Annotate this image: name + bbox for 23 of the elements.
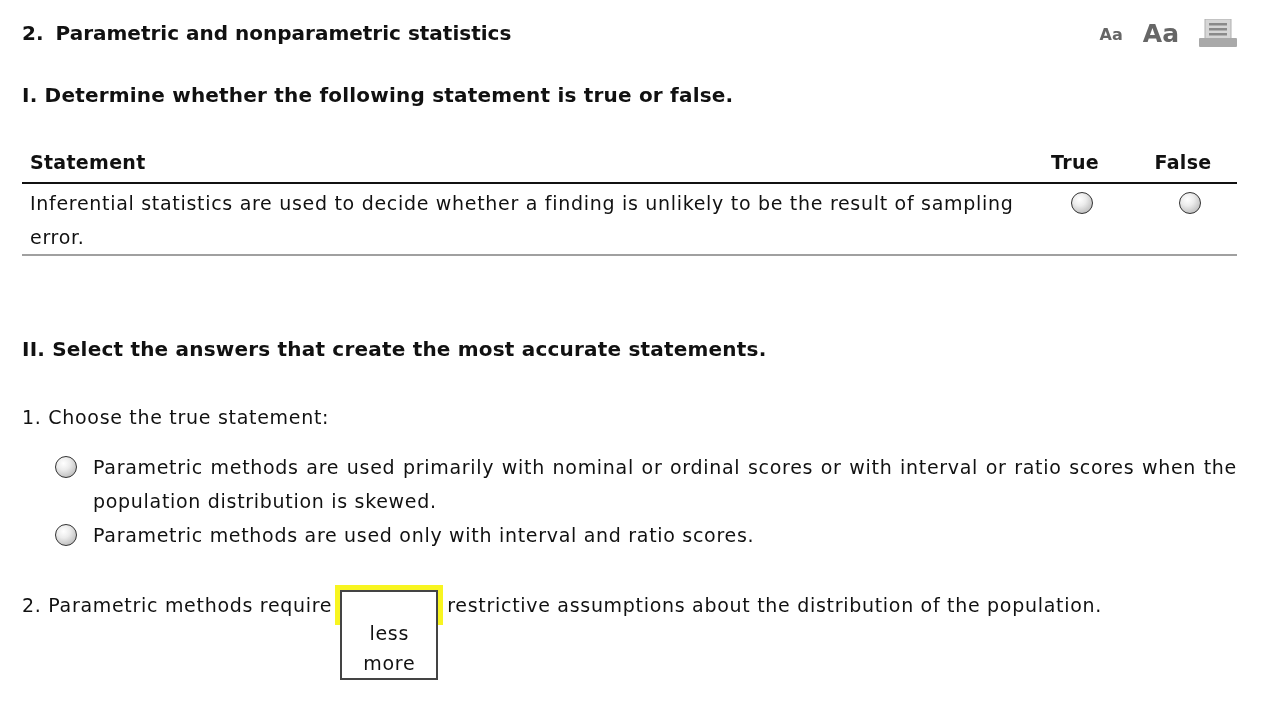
question-text: restrictive assumptions about the distribution of the population. [447, 593, 1102, 618]
option-text: Parametric methods are used primarily with nominal or ordinal scores or with interval or ratio scores when the population distribution is skewed. [93, 455, 1237, 514]
part-heading: I. Determine whether the following statement is true or false. [22, 82, 735, 109]
column-header: True [1050, 150, 1100, 175]
radio-button[interactable] [1071, 192, 1093, 214]
text-size-button[interactable]: Aa [1142, 21, 1179, 46]
section-title: Parametric and nonparametric statistics [55, 20, 512, 47]
column-header: Statement [29, 150, 147, 175]
radio-button[interactable] [55, 524, 77, 546]
radio-button[interactable] [55, 456, 77, 478]
dropdown-option[interactable]: less [342, 618, 437, 648]
section-number: 2. [22, 20, 44, 47]
column-header: False [1153, 150, 1213, 175]
question-text: 2. Parametric methods require [22, 593, 333, 618]
dropdown-field[interactable] [340, 590, 439, 620]
option-text: Parametric methods are used only with interval and ratio scores. [93, 523, 755, 548]
statement-text: Inferential statistics are used to decide whether a finding is unlikely to be the result of sampling error. [29, 191, 1015, 250]
part-heading: II. Select the answers that create the most accurate statements. [22, 336, 768, 363]
dropdown-option[interactable]: more [342, 648, 437, 678]
question-prompt: 1. Choose the true statement: [22, 405, 331, 430]
print-icon[interactable] [1199, 19, 1237, 47]
text-size-button[interactable]: Aa [1099, 27, 1123, 43]
radio-button[interactable] [1179, 192, 1201, 214]
